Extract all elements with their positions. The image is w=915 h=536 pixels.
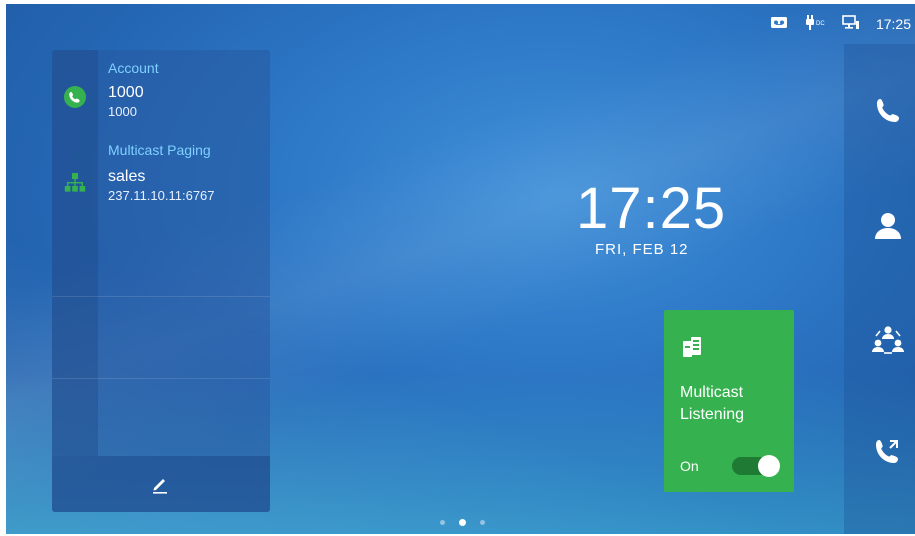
page-dot[interactable] xyxy=(440,520,445,525)
power-adapter-icon: DC xyxy=(804,14,826,34)
status-time: 17:25 xyxy=(875,16,911,32)
toggle-knob xyxy=(758,455,780,477)
phone-icon[interactable] xyxy=(868,92,908,132)
network-icon xyxy=(842,14,860,34)
clock-date: FRI, FEB 12 xyxy=(595,241,689,258)
paging-group-name: sales xyxy=(108,168,146,185)
account-label: Account xyxy=(108,60,159,76)
home-screen: DC 17:25 Account 1000 1000 Multicast Pag… xyxy=(6,4,915,534)
account-name: 1000 xyxy=(108,84,144,101)
divider xyxy=(52,378,270,379)
call-forward-icon[interactable] xyxy=(868,432,908,472)
title-line: Multicast xyxy=(680,384,744,401)
divider xyxy=(52,296,270,297)
phone-icon xyxy=(64,86,86,108)
title-line: Listening xyxy=(680,406,745,423)
account-number: 1000 xyxy=(108,104,137,119)
contact-icon[interactable] xyxy=(868,206,908,246)
page-dot[interactable] xyxy=(480,520,485,525)
multicast-toggle[interactable] xyxy=(732,455,780,477)
toggle-state-label: On xyxy=(680,458,699,474)
multicast-listening-card[interactable]: Multicast Listening On xyxy=(664,310,794,492)
page-indicator xyxy=(440,519,485,526)
group-icon[interactable] xyxy=(868,320,908,360)
voicemail-icon[interactable] xyxy=(770,16,788,33)
paging-address: 237.11.10.11:6767 xyxy=(108,188,215,203)
status-bar: DC 17:25 xyxy=(770,4,915,44)
pencil-icon[interactable] xyxy=(150,474,170,499)
svg-text:DC: DC xyxy=(816,21,825,27)
panel-footer xyxy=(52,456,270,512)
clock-time: 17:25 xyxy=(576,176,727,241)
right-quick-bar xyxy=(844,44,915,534)
account-widget[interactable]: Account 1000 1000 Multicast Paging sales… xyxy=(52,50,270,512)
panel-icon-column xyxy=(52,50,98,456)
page-dot-active[interactable] xyxy=(459,519,466,526)
multicast-listening-title: Multicast Listening xyxy=(680,382,790,426)
network-tree-icon xyxy=(64,172,86,194)
multicast-listening-icon xyxy=(682,336,702,365)
paging-label: Multicast Paging xyxy=(108,142,211,158)
